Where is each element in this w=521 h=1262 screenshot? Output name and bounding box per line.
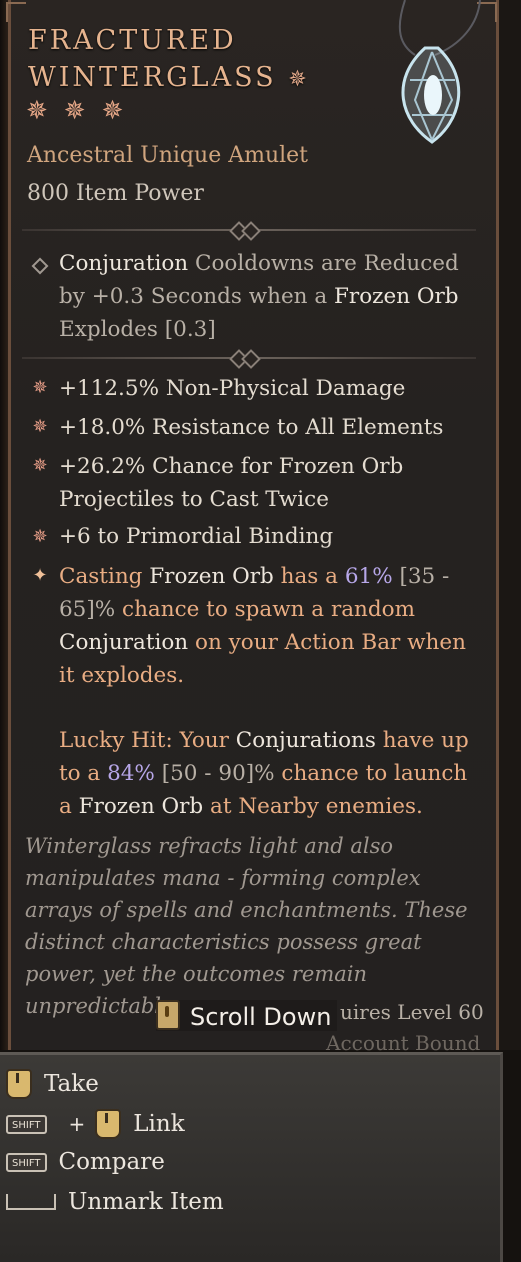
implicit-affix: Conjuration Cooldowns are Reduced by +0.…	[59, 251, 459, 342]
unmark-item-action[interactable]: Unmark Item	[6, 1189, 224, 1215]
greater-affix-star-icon: ✵	[32, 455, 48, 476]
affix-line: +112.5% Non-Physical Damage	[59, 376, 406, 401]
tooltip-right-edge	[499, 0, 521, 1050]
item-type: Ancestral Unique Amulet	[27, 143, 309, 168]
mouse-left-click-icon	[95, 1109, 122, 1139]
shift-key-icon: SHIFT	[6, 1152, 47, 1172]
mouse-scroll-icon	[156, 1000, 180, 1030]
item-name: FRACTURED WINTERGLASS ✵	[28, 25, 310, 93]
unique-power-icon: ✦	[32, 565, 48, 586]
amulet-icon	[398, 0, 481, 144]
greater-affix-star-icon: ✵	[32, 377, 48, 398]
affix-line: +18.0% Resistance to All Elements	[59, 415, 444, 440]
scroll-down-hint[interactable]: Scroll Down	[156, 1000, 338, 1031]
compare-action[interactable]: SHIFT Compare	[6, 1149, 165, 1175]
shift-key-icon: SHIFT	[6, 1114, 47, 1134]
unique-power-text: Casting Frozen Orb has a 61% [35 - 65]% …	[59, 564, 466, 688]
greater-affix-star-icon: ✵	[32, 416, 48, 437]
link-action[interactable]: SHIFT + Link	[6, 1109, 185, 1139]
lucky-hit-text: Lucky Hit: Your Conjurations have up to …	[59, 728, 469, 819]
affix-line: +26.2% Chance for Frozen Orb Projectiles…	[59, 454, 404, 512]
mouse-left-click-icon	[6, 1069, 32, 1099]
flavor-text: Winterglass refracts light and also mani…	[25, 834, 468, 1018]
frame-corner-ornament	[6, 2, 26, 22]
greater-affix-stars: ✵✵✵	[26, 96, 140, 126]
affix-line: +6 to Primordial Binding	[59, 524, 334, 549]
spacebar-key-icon	[6, 1194, 56, 1210]
take-action[interactable]: Take	[6, 1069, 99, 1099]
greater-affix-star-icon: ✵	[32, 526, 48, 547]
item-power: 800 Item Power	[27, 181, 204, 206]
unique-star-icon: ✵	[288, 67, 310, 92]
controls-panel: Take SHIFT + Link SHIFT Compare Unmark Item	[0, 1052, 503, 1262]
required-level: uires Level 60	[340, 1000, 484, 1024]
